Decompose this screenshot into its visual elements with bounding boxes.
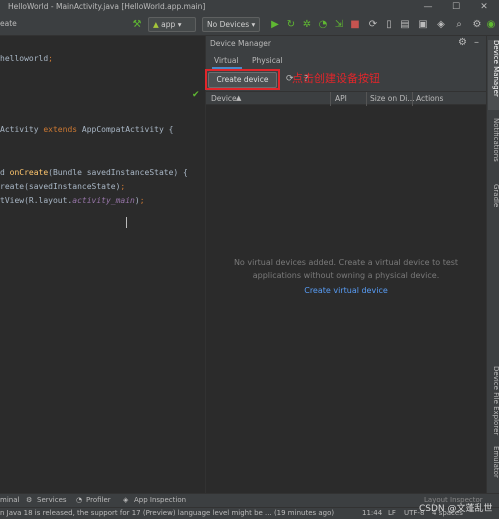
status-message[interactable]: n Java 18 is released, the support for 1… xyxy=(0,509,356,517)
create-device-button[interactable]: Create device xyxy=(208,72,277,88)
code-editor[interactable]: ✔ helloworld; Activity extends AppCompat… xyxy=(0,36,206,493)
tool-tab-terminal[interactable]: minal xyxy=(0,496,19,504)
hide-panel-icon[interactable]: – xyxy=(474,37,479,48)
empty-state-text: applications without owning a physical d… xyxy=(252,271,440,280)
code-line[interactable]: d onCreate(Bundle savedInstanceState) { xyxy=(0,166,188,180)
caret-position[interactable]: 11:44 xyxy=(362,509,382,517)
tool-tab-emulator[interactable]: Emulator xyxy=(488,446,499,478)
code-text: Activity extends AppCompatActivity { xyxy=(0,125,174,134)
create-label: eate xyxy=(0,19,17,28)
hammer-icon[interactable]: ⚒ xyxy=(130,18,144,32)
sdk-manager-icon[interactable]: ▤ xyxy=(398,18,412,32)
code-line[interactable]: tView(R.layout.activity_main); xyxy=(0,194,145,208)
gear-icon[interactable]: ⚙ xyxy=(458,37,467,48)
tool-tab-device-manager[interactable]: Device Manager xyxy=(488,40,499,110)
table-header: Device ▲ API Size on Di... Actions xyxy=(206,91,486,106)
account-icon[interactable]: ◉ xyxy=(484,18,498,32)
git-icon[interactable]: ◈ xyxy=(434,18,448,32)
settings-icon[interactable]: ⚙ xyxy=(470,18,484,32)
device-table: Device ▲ API Size on Di... Actions No vi… xyxy=(206,91,486,493)
column-size[interactable]: Size on Di... xyxy=(370,94,415,103)
profiler-icon[interactable]: ◔ xyxy=(76,496,82,504)
column-separator[interactable] xyxy=(412,92,413,106)
code-line[interactable]: helloworld; xyxy=(0,52,53,66)
column-api[interactable]: API xyxy=(335,94,347,103)
no-problems-check-icon: ✔ xyxy=(192,90,200,100)
app-inspection-icon[interactable]: ◈ xyxy=(123,496,128,504)
column-actions[interactable]: Actions xyxy=(416,94,443,103)
tool-tab-gradle[interactable]: Gradle xyxy=(488,184,499,207)
column-separator[interactable] xyxy=(330,92,331,106)
panel-header: Device Manager ⚙ – xyxy=(206,36,486,52)
tool-tab-services[interactable]: Services xyxy=(37,496,67,504)
title-bar: HelloWorld - MainActivity.java [HelloWor… xyxy=(0,0,499,14)
line-separator[interactable]: LF xyxy=(388,509,396,517)
code-text: d onCreate(Bundle savedInstanceState) { xyxy=(0,168,188,177)
sync-icon[interactable]: ⟳ xyxy=(366,18,380,32)
column-device[interactable]: Device xyxy=(211,94,237,103)
window-title: HelloWorld - MainActivity.java [HelloWor… xyxy=(8,2,206,11)
profile-icon[interactable]: ◔ xyxy=(316,18,330,32)
chevron-down-icon: ▾ xyxy=(251,20,256,29)
code-text: reate(savedInstanceState); xyxy=(0,182,126,191)
tab-virtual[interactable]: Virtual xyxy=(214,56,239,65)
minimize-button[interactable]: — xyxy=(418,1,438,13)
text-caret xyxy=(126,217,127,228)
sort-ascending-icon[interactable]: ▲ xyxy=(236,94,241,102)
search-icon[interactable]: ⌕ xyxy=(452,18,466,32)
tool-tab-notifications[interactable]: Notifications xyxy=(488,118,499,162)
device-manager-panel: Device Manager ⚙ – Virtual Physical Crea… xyxy=(205,36,486,493)
stop-icon[interactable]: ■ xyxy=(348,18,362,32)
device-icon[interactable]: ▣ xyxy=(416,18,430,32)
panel-title: Device Manager xyxy=(210,39,271,48)
tool-tab-app-inspection[interactable]: App Inspection xyxy=(134,496,186,504)
tab-physical[interactable]: Physical xyxy=(252,56,283,65)
help-icon[interactable]: ? xyxy=(304,74,308,83)
code-line[interactable]: Activity extends AppCompatActivity { xyxy=(0,123,173,137)
chevron-down-icon: ▾ xyxy=(177,20,182,29)
tool-tab-device-file-explorer[interactable]: Device File Explorer xyxy=(488,366,499,435)
run-icon[interactable]: ▶ xyxy=(268,18,282,32)
empty-state-text: No virtual devices added. Create a virtu… xyxy=(233,258,459,267)
right-tool-strip: Device Manager Notifications Gradle Devi… xyxy=(486,36,499,493)
services-icon[interactable]: ⚙ xyxy=(26,496,32,504)
watermark: CSDN @文蓬乱世 xyxy=(419,504,493,514)
debug-icon[interactable]: ✲ xyxy=(300,18,314,32)
apply-changes-icon[interactable]: ↻ xyxy=(284,18,298,32)
tool-tab-profiler[interactable]: Profiler xyxy=(86,496,111,504)
android-icon: ▲ xyxy=(153,20,159,29)
create-virtual-device-link[interactable]: Create virtual device xyxy=(206,286,486,295)
avd-manager-icon[interactable]: ▯ xyxy=(382,18,396,32)
code-text: tView(R.layout.activity_main); xyxy=(0,196,145,205)
maximize-button[interactable]: ☐ xyxy=(446,1,466,13)
attach-debugger-icon[interactable]: ⇲ xyxy=(332,18,346,32)
column-separator[interactable] xyxy=(366,92,367,106)
run-config-select[interactable]: ▲ app ▾ xyxy=(148,17,196,32)
code-line[interactable]: reate(savedInstanceState); xyxy=(0,180,125,194)
device-select[interactable]: No Devices ▾ xyxy=(202,17,260,32)
close-button[interactable]: ✕ xyxy=(474,1,494,13)
main-toolbar: eate ⚒ ▲ app ▾ No Devices ▾ ▶ ↻ ✲ ◔ ⇲ ■ … xyxy=(0,14,499,36)
